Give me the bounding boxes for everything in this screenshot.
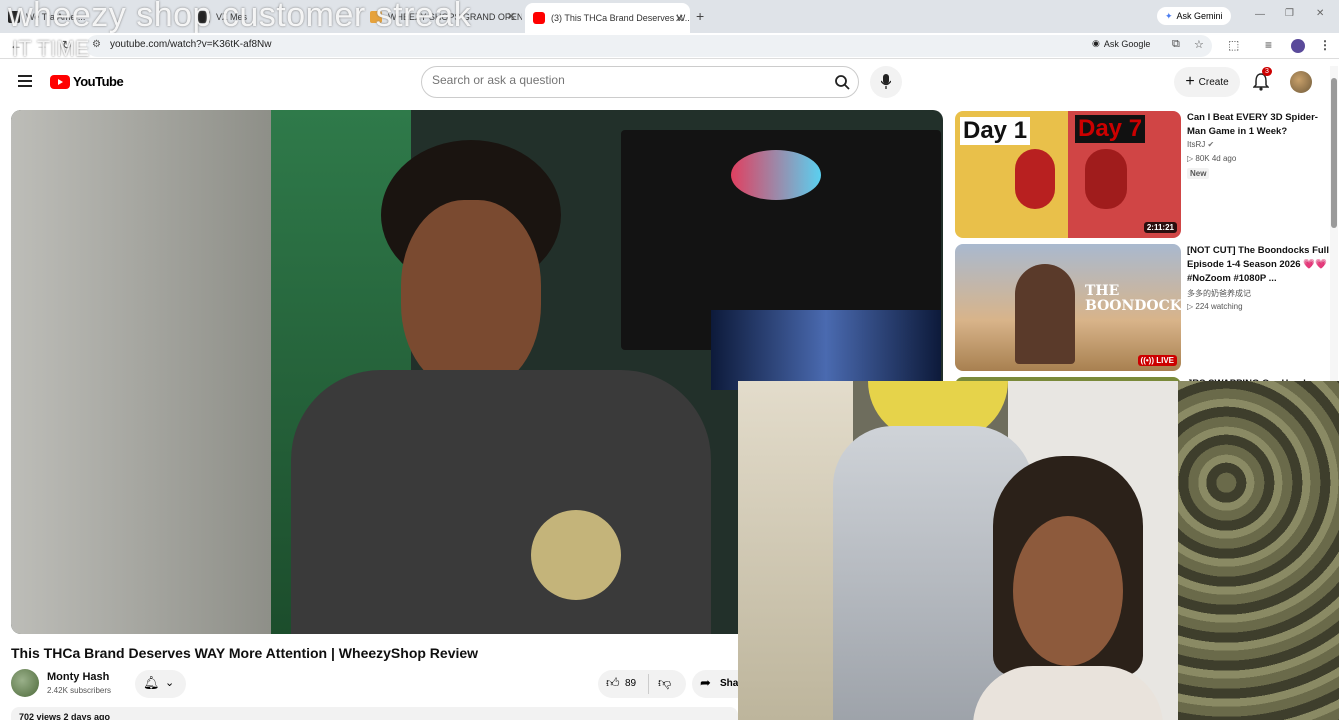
browser-menu-icon[interactable]: ⋮: [1319, 38, 1331, 52]
search-input[interactable]: [432, 73, 812, 87]
youtube-logo[interactable]: YouTube: [50, 74, 124, 89]
youtube-wordmark: YouTube: [73, 74, 124, 89]
recommendation-meta: ▷ 224 watching: [1187, 302, 1243, 311]
bookmark-star-icon[interactable]: ☆: [1194, 38, 1204, 51]
search-box[interactable]: [421, 66, 859, 98]
account-avatar[interactable]: [1290, 71, 1312, 93]
description-box[interactable]: 702 views 2 days ago: [11, 707, 738, 720]
divider: [648, 674, 649, 694]
thumb-text-day7: Day 7: [1075, 115, 1146, 143]
like-count: 89: [625, 678, 637, 689]
tab-label: (3) This THCa Brand Deserves W...: [551, 13, 690, 23]
ask-gemini-label: Ask Gemini: [1176, 11, 1223, 21]
shirt: [973, 666, 1163, 720]
boondocks-figure: [1015, 264, 1075, 364]
channel-name[interactable]: Monty Hash: [47, 671, 109, 683]
dislike-icon[interactable]: 👎︎: [658, 675, 671, 691]
live-badge: ((•)) LIVE: [1137, 355, 1177, 366]
recommendation-title[interactable]: Can I Beat EVERY 3D Spider-Man Game in 1…: [1187, 111, 1329, 139]
like-icon[interactable]: 👍︎: [606, 675, 620, 691]
share-icon: ➦: [700, 675, 711, 690]
webcam-overlay: [738, 381, 1339, 720]
recommendation-meta: ▷ 80K 4d ago: [1187, 154, 1237, 163]
duration-badge: 2:11:21: [1143, 222, 1177, 233]
restore-icon[interactable]: ❐: [1285, 8, 1294, 19]
thumb-text-day1: Day 1: [960, 117, 1031, 145]
ask-gemini-button[interactable]: ✦ Ask Gemini: [1157, 7, 1231, 25]
webcam-camo-curtain: [1178, 381, 1339, 720]
browser-toolbar: ← → ↻ ⚙ youtube.com/watch?v=K36tK-af8Nw …: [0, 33, 1339, 59]
plus-icon: +: [1185, 73, 1195, 90]
site-info-icon[interactable]: ⚙: [92, 39, 101, 50]
minimize-icon[interactable]: —: [1255, 9, 1265, 20]
profile-avatar[interactable]: [1291, 39, 1305, 53]
spiderman-figure: [1015, 149, 1055, 209]
video-fish-wallpaper: [731, 150, 821, 200]
browser-tab-strip: We Tra Amer... VZ Mes WHEEZY SHOPS GRAND…: [0, 0, 1339, 34]
webcam-person: [973, 456, 1163, 720]
hamburger-menu-icon[interactable]: [18, 75, 32, 87]
microphone-icon: [881, 74, 891, 89]
chevron-down-icon: ⌄: [165, 677, 175, 689]
gemini-icon: ✦: [1165, 10, 1173, 21]
notification-count-badge: 3: [1262, 67, 1272, 76]
voice-search-button[interactable]: [870, 66, 902, 98]
create-label: Create: [1198, 76, 1229, 88]
like-dislike-group: 👍︎ 89 👎︎: [598, 670, 686, 698]
extensions-icon[interactable]: ⬚: [1228, 38, 1239, 52]
video-laptop-screen: [711, 310, 941, 390]
video-wall: [11, 110, 271, 634]
recommendation-channel[interactable]: ItsRJ ✔: [1187, 140, 1214, 149]
notifications-button[interactable]: 3: [1252, 67, 1272, 96]
youtube-favicon-icon: [533, 12, 545, 24]
search-icon[interactable]: [834, 74, 850, 90]
window-close-icon[interactable]: ✕: [1316, 8, 1324, 19]
create-button[interactable]: + Create: [1174, 67, 1240, 97]
bell-icon: 🔔︎: [143, 675, 160, 690]
video-title: This THCa Brand Deserves WAY More Attent…: [11, 645, 479, 661]
address-bar[interactable]: ⚙ youtube.com/watch?v=K36tK-af8Nw ◉ Ask …: [86, 35, 1212, 57]
new-badge: New: [1187, 168, 1210, 179]
face: [401, 200, 541, 390]
shirt-logo: [531, 510, 621, 600]
face: [1013, 516, 1123, 666]
recommendation-item[interactable]: Day 1 Day 7 2:11:21 Can I Beat EVERY 3D …: [955, 111, 1339, 238]
subscribe-notifications-button[interactable]: 🔔︎ ⌄: [135, 670, 186, 698]
thumb-text-boondocks: THE BOONDOCKS: [1085, 283, 1181, 314]
view-count: 702 views 2 days ago: [19, 712, 111, 720]
spiderman-figure: [1085, 149, 1127, 209]
media-controls-icon[interactable]: ≡: [1265, 38, 1272, 52]
install-icon[interactable]: ⧉: [1172, 38, 1180, 51]
verified-icon: ✔: [1207, 140, 1215, 149]
video-thumbnail[interactable]: Day 1 Day 7 2:11:21: [955, 111, 1181, 238]
recommendation-title[interactable]: [NOT CUT] The Boondocks Full Episode 1-4…: [1187, 244, 1329, 286]
new-tab-icon[interactable]: +: [696, 8, 704, 24]
video-person: [261, 140, 711, 634]
stream-overlay-text-2: IT TIME: [12, 36, 90, 61]
video-thumbnail[interactable]: THE BOONDOCKS ((•)) LIVE: [955, 244, 1181, 371]
close-icon[interactable]: ✕: [675, 12, 684, 25]
recommendation-item[interactable]: THE BOONDOCKS ((•)) LIVE [NOT CUT] The B…: [955, 244, 1339, 371]
channel-avatar[interactable]: [11, 669, 39, 697]
recommendation-channel[interactable]: 多多的奶爸养成记: [1187, 288, 1251, 299]
tshirt: [291, 370, 711, 634]
close-icon[interactable]: ✕: [507, 10, 516, 23]
lens-icon: ◉: [1092, 38, 1100, 48]
ask-google-label: Ask Google: [1103, 38, 1151, 49]
ask-google-button[interactable]: ◉ Ask Google: [1092, 38, 1150, 49]
stream-overlay-text: wheezy shop customer streak: [8, 0, 472, 34]
url-text: youtube.com/watch?v=K36tK-af8Nw: [110, 39, 272, 50]
tab-4[interactable]: (3) This THCa Brand Deserves W... ✕: [525, 3, 690, 33]
subscriber-count: 2.42K subscribers: [47, 686, 112, 695]
youtube-play-icon: [50, 74, 70, 89]
scrollbar-thumb[interactable]: [1331, 78, 1337, 228]
youtube-header: YouTube + Create 3: [0, 60, 1330, 106]
